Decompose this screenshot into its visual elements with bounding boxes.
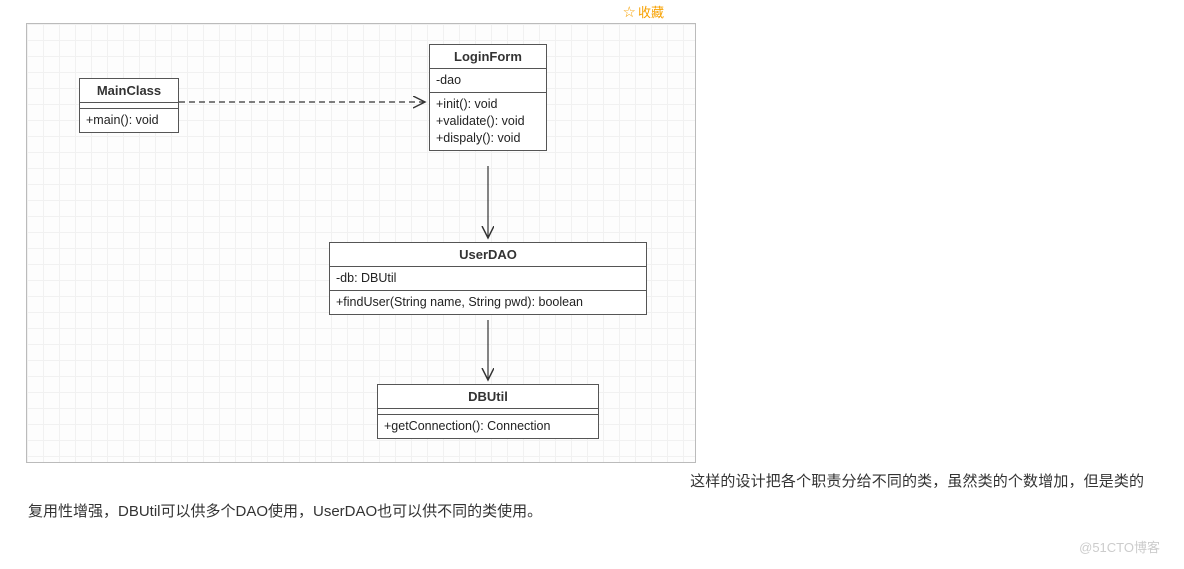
- description-paragraph: 这样的设计把各个职责分给不同的类，虽然类的个数增加，但是类的复用性增强，DBUt…: [0, 463, 1184, 531]
- class-dbutil: DBUtil +getConnection(): Connection: [377, 384, 599, 439]
- class-ops: +getConnection(): Connection: [378, 415, 598, 438]
- op: +dispaly(): void: [436, 130, 540, 147]
- favorite-button[interactable]: 收藏: [638, 5, 664, 20]
- class-name: DBUtil: [378, 385, 598, 409]
- attr: -db: DBUtil: [336, 270, 640, 287]
- uml-diagram: MainClass +main(): void LoginForm -dao +…: [26, 23, 696, 463]
- attr: -dao: [436, 72, 540, 89]
- class-attrs: -dao: [430, 69, 546, 93]
- class-name: LoginForm: [430, 45, 546, 69]
- op: +validate(): void: [436, 113, 540, 130]
- class-loginform: LoginForm -dao +init(): void +validate()…: [429, 44, 547, 151]
- class-ops: +main(): void: [80, 109, 178, 132]
- op: +init(): void: [436, 96, 540, 113]
- class-ops: +findUser(String name, String pwd): bool…: [330, 291, 646, 314]
- op: +main(): void: [86, 112, 172, 129]
- class-ops: +init(): void +validate(): void +dispaly…: [430, 93, 546, 150]
- op: +findUser(String name, String pwd): bool…: [336, 294, 640, 311]
- star-icon: ☆: [623, 3, 636, 21]
- watermark: @51CTO博客: [0, 531, 1184, 556]
- class-name: MainClass: [80, 79, 178, 103]
- class-mainclass: MainClass +main(): void: [79, 78, 179, 133]
- class-attrs: -db: DBUtil: [330, 267, 646, 291]
- op: +getConnection(): Connection: [384, 418, 592, 435]
- description-text: 这样的设计把各个职责分给不同的类，虽然类的个数增加，但是类的复用性增强，DBUt…: [28, 473, 1144, 520]
- class-userdao: UserDAO -db: DBUtil +findUser(String nam…: [329, 242, 647, 315]
- class-name: UserDAO: [330, 243, 646, 267]
